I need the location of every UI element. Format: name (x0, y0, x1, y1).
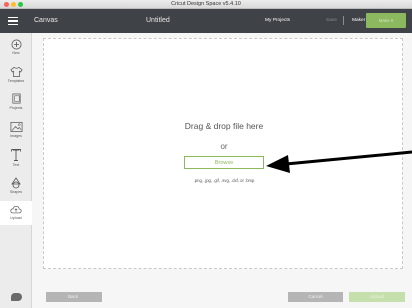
upload-button[interactable]: Upload (349, 292, 405, 302)
back-button[interactable]: Back (46, 292, 102, 302)
annotation-arrow-icon (266, 150, 412, 173)
cancel-button[interactable]: Cancel (288, 292, 343, 302)
